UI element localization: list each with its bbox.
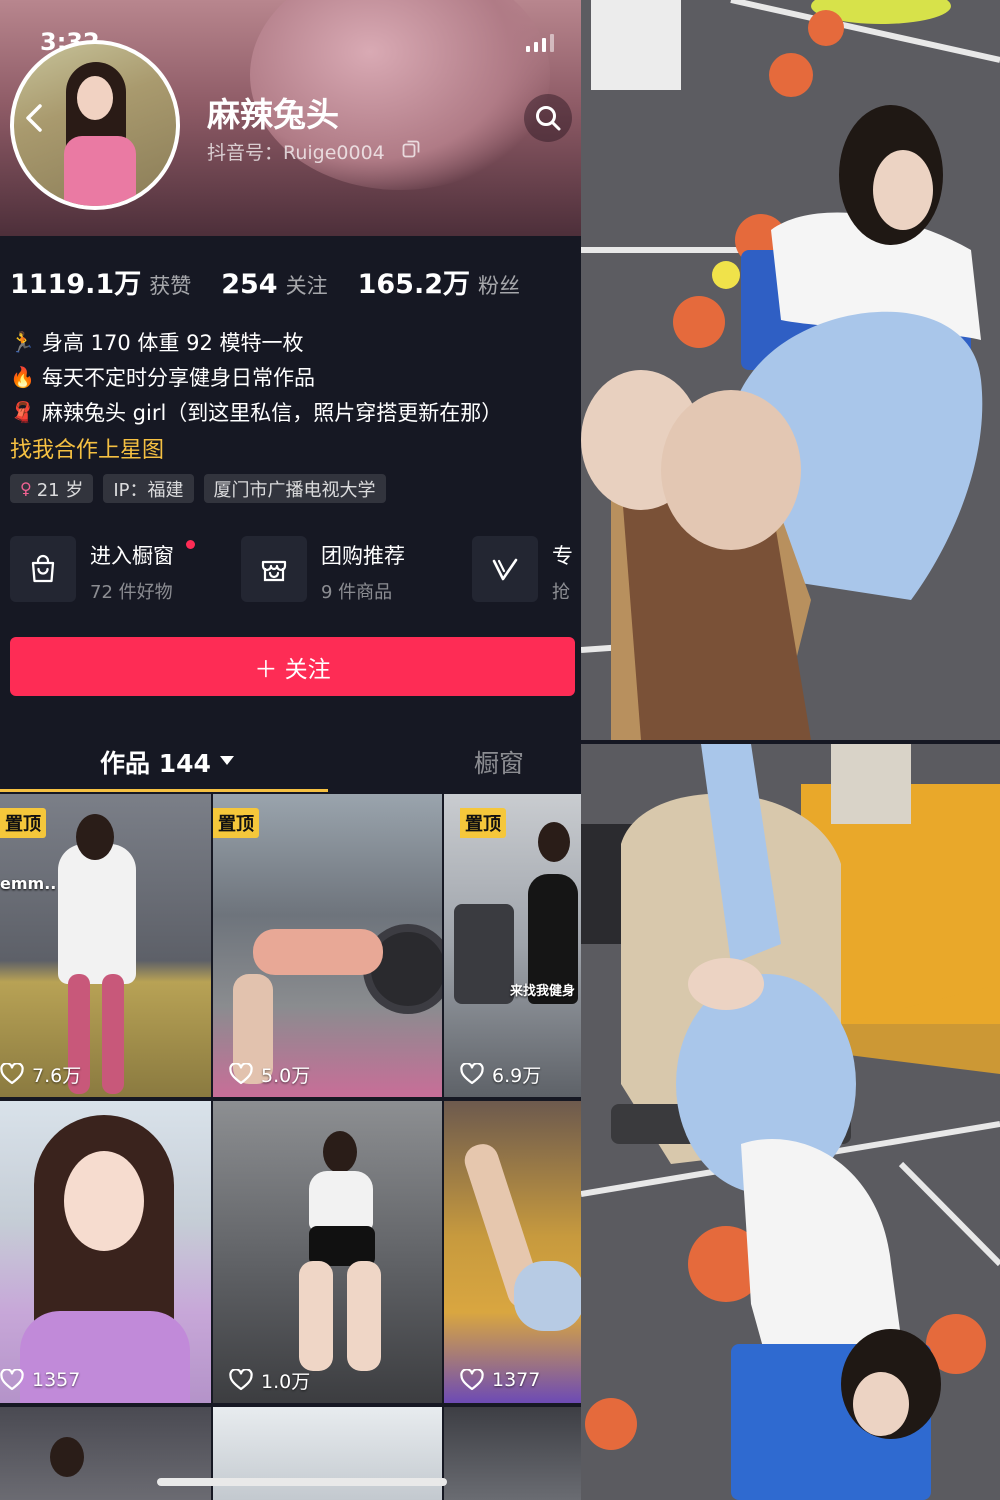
profile-tags: ♀ 21 岁 IP：福建 厦门市广播电视大学: [10, 474, 396, 503]
video-thumbnail[interactable]: 置顶 5.0万: [213, 794, 442, 1097]
search-icon: [536, 106, 561, 131]
like-count: 1.0万: [229, 1367, 310, 1393]
like-count: 1377: [460, 1367, 540, 1393]
gym-photo-top: [581, 0, 1000, 740]
like-count: 1357: [0, 1367, 80, 1393]
group-buy-title: 团购推荐: [321, 544, 405, 568]
video-thumbnail[interactable]: 置顶 emm.. 7.6万: [0, 794, 211, 1097]
scarf-icon: 🧣: [10, 399, 35, 424]
bio-text: 身高 170 体重 92 模特一枚: [42, 330, 304, 355]
like-count: 6.9万: [460, 1061, 541, 1087]
showcase-entry[interactable]: 进入橱窗 72 件好物: [10, 536, 230, 606]
bio-line: 🧣 麻辣兔头 girl（到这里私信，照片穿搭更新在那）: [10, 394, 502, 429]
copy-icon[interactable]: [402, 140, 420, 158]
pinned-badge: 置顶: [213, 808, 259, 838]
group-buy-subtitle: 9 件商品: [321, 582, 393, 603]
runner-icon: 🏃: [10, 329, 35, 354]
group-buy-entry[interactable]: 团购推荐 9 件商品: [241, 536, 461, 606]
heart-icon: [229, 1369, 253, 1391]
video-grid: 置顶 emm.. 7.6万 置顶 5.0万 置顶 来找我健身 6.9万 1357…: [0, 794, 581, 1500]
cooperation-link[interactable]: 找我合作上星图: [10, 432, 164, 464]
video-thumbnail[interactable]: 置顶 来找我健身 6.9万: [444, 794, 581, 1097]
video-thumbnail[interactable]: [0, 1407, 211, 1500]
caret-down-icon[interactable]: [220, 756, 234, 765]
video-thumbnail[interactable]: [444, 1407, 581, 1500]
like-count: 7.6万: [0, 1061, 81, 1087]
profile-stats: 1119.1万 获赞 254 关注 165.2万 粉丝: [10, 262, 550, 301]
video-thumbnail[interactable]: [213, 1407, 442, 1500]
group-buy-icon: [261, 560, 287, 582]
heart-icon: [0, 1063, 24, 1085]
pinned-badge: 置顶: [0, 808, 46, 838]
following-label: 关注: [285, 274, 328, 298]
pinned-badge: 置顶: [460, 808, 506, 838]
service-entries: 进入橱窗 72 件好物 团购推荐 9 件商品 专 抢: [10, 536, 581, 606]
followers-count[interactable]: 165.2万: [358, 262, 470, 301]
notification-dot: [186, 540, 195, 549]
heart-icon: [0, 1369, 24, 1391]
heart-icon: [460, 1369, 484, 1391]
female-icon: ♀: [20, 479, 32, 498]
gym-photo-top-image: [581, 0, 1000, 740]
content-tabs: 作品 144 橱窗: [0, 730, 581, 794]
profile-bio: 🏃 身高 170 体重 92 模特一枚 🔥 每天不定时分享健身日常作品 🧣 麻辣…: [10, 324, 502, 429]
shopping-bag-icon: [31, 554, 55, 583]
like-count: 5.0万: [229, 1061, 310, 1087]
showcase-subtitle: 72 件好物: [90, 582, 173, 603]
signal-icon: [526, 32, 581, 52]
age-tag: ♀ 21 岁: [10, 474, 94, 503]
showcase-title: 进入橱窗: [90, 544, 174, 568]
following-count[interactable]: 254: [221, 269, 277, 300]
video-thumbnail[interactable]: 1357: [0, 1101, 211, 1403]
vip-title: 专: [552, 544, 573, 568]
gym-photo-bottom-image: [581, 744, 1000, 1500]
vip-subtitle: 抢: [552, 582, 570, 603]
video-thumbnail[interactable]: 1377: [444, 1101, 581, 1403]
likes-count[interactable]: 1119.1万: [10, 262, 141, 301]
gym-photo-bottom: [581, 744, 1000, 1500]
video-thumbnail[interactable]: 1.0万: [213, 1101, 442, 1403]
tab-showcase[interactable]: 橱窗: [474, 744, 524, 780]
home-indicator[interactable]: [157, 1478, 447, 1486]
followers-label: 粉丝: [477, 274, 520, 298]
bio-line: 🔥 每天不定时分享健身日常作品: [10, 359, 502, 394]
chevron-left-icon: [26, 104, 42, 132]
vip-icon: [492, 558, 518, 581]
school-tag[interactable]: 厦门市广播电视大学: [203, 474, 386, 503]
bio-line: 🏃 身高 170 体重 92 模特一枚: [10, 324, 502, 359]
fire-icon: 🔥: [10, 364, 35, 389]
video-caption: 来找我健身: [510, 984, 576, 999]
profile-nickname: 麻辣兔头: [207, 95, 339, 134]
profile-screen: 3:32 麻辣兔头 抖音号：Ruige0004 1119.1万 获赞 254 关…: [0, 0, 581, 1500]
back-button[interactable]: [18, 100, 54, 136]
likes-label: 获赞: [149, 274, 192, 298]
follow-button[interactable]: ＋ 关注: [10, 637, 575, 696]
vip-entry[interactable]: 专 抢: [472, 536, 581, 606]
tab-works[interactable]: 作品 144: [100, 744, 211, 780]
douyin-id: 抖音号：Ruige0004: [207, 142, 385, 164]
ip-tag: IP：福建: [103, 474, 194, 503]
active-tab-indicator: [0, 789, 328, 792]
heart-icon: [229, 1063, 253, 1085]
video-caption: emm..: [0, 874, 57, 893]
bio-text: 麻辣兔头 girl（到这里私信，照片穿搭更新在那）: [42, 400, 503, 425]
search-button[interactable]: [524, 94, 572, 142]
bio-text: 每天不定时分享健身日常作品: [42, 365, 315, 390]
heart-icon: [460, 1063, 484, 1085]
